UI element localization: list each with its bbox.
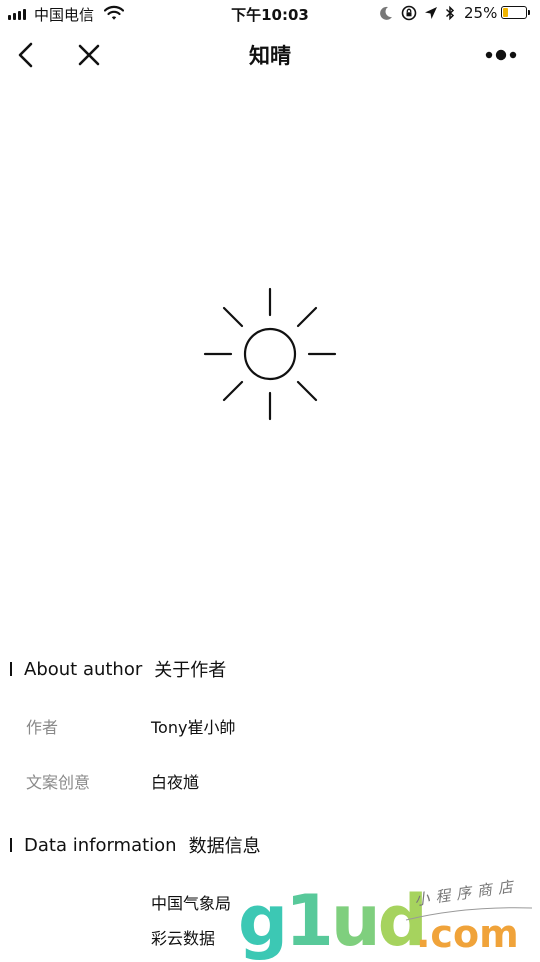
watermark-domain: .com: [416, 912, 519, 956]
about-title-zh: 关于作者: [154, 660, 227, 681]
data-section-header: Data information 数据信息: [10, 832, 261, 858]
about-section-header: About author 关于作者: [10, 656, 226, 682]
close-button[interactable]: [72, 38, 106, 72]
data-source-item: 中国气象局: [151, 894, 232, 913]
orientation-lock-icon: [401, 5, 417, 21]
battery-icon: [501, 6, 527, 19]
more-dots-icon: [485, 49, 517, 61]
copywriter-value: 白夜馗: [151, 773, 200, 792]
status-bar: 中国电信 下午10:03 25%: [0, 0, 540, 28]
data-source-item: 彩云数据: [151, 929, 216, 948]
watermark: g1ud 小程序商店 .com: [238, 877, 540, 962]
battery-level-fill: [503, 8, 508, 17]
watermark-logo: g1ud: [238, 880, 428, 962]
data-title-en: Data information: [24, 834, 177, 856]
bluetooth-icon: [445, 5, 455, 21]
back-button[interactable]: [10, 38, 44, 72]
battery-percentage: 25%: [464, 4, 498, 22]
section-marker: [10, 662, 12, 676]
close-icon: [78, 44, 100, 66]
location-arrow-icon: [425, 7, 437, 19]
data-title-zh: 数据信息: [188, 836, 261, 857]
more-button[interactable]: [480, 38, 524, 72]
author-value: Tony崔小帥: [151, 718, 236, 737]
battery-tip: [528, 10, 530, 15]
sun-icon: [203, 287, 337, 421]
nav-bar: 知晴: [0, 28, 540, 82]
back-chevron-icon: [18, 42, 33, 68]
section-marker: [10, 838, 12, 852]
author-label: 作者: [26, 718, 59, 737]
status-time: 下午10:03: [231, 6, 309, 24]
about-title-en: About author: [24, 658, 143, 680]
moon-icon: [380, 6, 392, 20]
copywriter-label: 文案创意: [26, 773, 91, 792]
